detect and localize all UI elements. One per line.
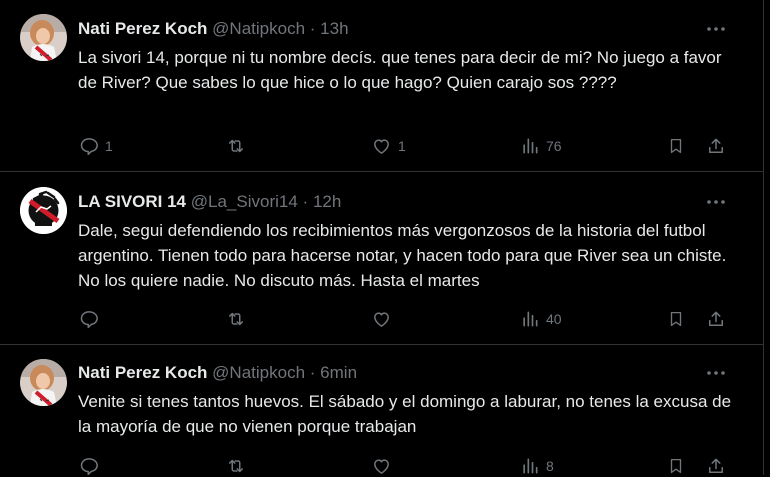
bookmark-icon <box>670 458 682 474</box>
timestamp[interactable]: 12h <box>313 192 341 211</box>
divider <box>0 171 763 172</box>
reply-button[interactable] <box>79 455 105 477</box>
views-button[interactable]: 40 <box>520 308 562 330</box>
retweet-icon <box>229 139 243 153</box>
separator-dot: · <box>302 192 309 211</box>
share-icon <box>709 311 723 326</box>
timestamp[interactable]: 6min <box>320 363 357 382</box>
views-icon <box>523 138 538 154</box>
like-count: 1 <box>398 138 406 154</box>
author-handle[interactable]: @La_Sivori14 <box>191 192 298 211</box>
views-icon <box>523 458 538 474</box>
more-icon[interactable] <box>705 191 727 213</box>
author-handle[interactable]: @Natipkoch <box>212 363 305 382</box>
share-button[interactable] <box>706 308 726 330</box>
heart-icon <box>374 139 389 154</box>
bookmark-icon <box>670 138 682 154</box>
views-count: 76 <box>546 138 562 154</box>
bookmark-button[interactable] <box>667 455 685 477</box>
author-handle[interactable]: @Natipkoch <box>212 19 305 38</box>
bookmark-button[interactable] <box>667 308 685 330</box>
author-name[interactable]: Nati Perez Koch <box>78 19 207 38</box>
reply-icon <box>80 458 98 476</box>
avatar[interactable] <box>20 187 67 234</box>
reply-icon <box>80 311 98 329</box>
retweet-button[interactable] <box>225 455 253 477</box>
more-icon[interactable] <box>705 18 727 40</box>
bookmark-button[interactable] <box>667 135 685 157</box>
retweet-icon <box>229 312 243 326</box>
views-button[interactable]: 8 <box>520 455 554 477</box>
tweet-text: Dale, segui defendiendo los recibimiento… <box>78 221 727 290</box>
timestamp[interactable]: 13h <box>320 19 348 38</box>
views-count: 8 <box>546 458 554 474</box>
share-button[interactable] <box>706 455 726 477</box>
like-button[interactable]: 1 <box>371 135 406 157</box>
author-name[interactable]: Nati Perez Koch <box>78 363 207 382</box>
avatar[interactable] <box>20 14 67 61</box>
share-icon <box>709 138 723 153</box>
reply-count: 1 <box>105 138 113 154</box>
reply-button[interactable] <box>79 308 105 330</box>
divider <box>0 344 763 345</box>
tweet-text: Venite si tenes tantos huevos. El sábado… <box>78 392 732 436</box>
share-icon <box>709 458 723 473</box>
views-button[interactable]: 76 <box>520 135 562 157</box>
tweet-text: La sivori 14, porque ni tu nombre decís.… <box>78 48 722 92</box>
views-icon <box>523 311 538 327</box>
heart-icon <box>374 459 389 474</box>
reply-button[interactable]: 1 <box>79 135 113 157</box>
column-border <box>763 0 764 475</box>
retweet-icon <box>229 459 243 473</box>
avatar[interactable] <box>20 359 67 406</box>
reply-icon <box>80 138 98 156</box>
retweet-button[interactable] <box>225 308 253 330</box>
like-button[interactable] <box>371 455 398 477</box>
heart-icon <box>374 312 389 327</box>
more-icon[interactable] <box>705 362 727 384</box>
separator-dot: · <box>309 19 316 38</box>
separator-dot: · <box>309 363 316 382</box>
author-name[interactable]: LA SIVORI 14 <box>78 192 186 211</box>
retweet-button[interactable] <box>225 135 253 157</box>
like-button[interactable] <box>371 308 398 330</box>
bookmark-icon <box>670 311 682 327</box>
share-button[interactable] <box>706 135 726 157</box>
views-count: 40 <box>546 311 562 327</box>
